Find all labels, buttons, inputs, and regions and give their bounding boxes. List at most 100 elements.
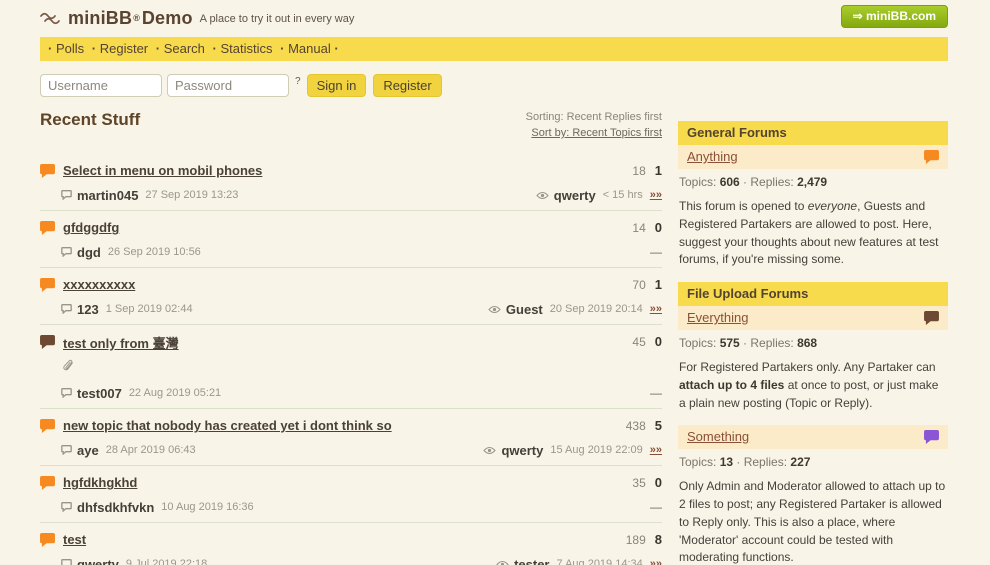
- topic-author[interactable]: 123: [77, 302, 99, 317]
- topic-replies-count: 1: [655, 163, 662, 178]
- sorting-controls: Sorting: Recent Replies first Sort by: R…: [526, 110, 662, 142]
- nav-item-polls[interactable]: Polls: [48, 41, 84, 56]
- forum-bubble-icon: [924, 430, 939, 444]
- forum-stats: Topics: 13 · Replies: 227: [679, 455, 948, 469]
- page-container: miniBB®Demo A place to try it out in eve…: [40, 0, 948, 565]
- topic-bubble-icon: [40, 164, 55, 178]
- last-reply-eye-icon: [483, 446, 496, 455]
- last-reply-eye-icon: [496, 560, 509, 565]
- topic-bubble-icon: [40, 476, 55, 490]
- topic-replies-count: 5: [655, 418, 662, 433]
- minibb-com-button[interactable]: ⇒ miniBB.com: [841, 5, 948, 28]
- no-replies-dash: —: [650, 245, 662, 259]
- topic-date: 28 Apr 2019 06:43: [106, 444, 196, 456]
- jump-to-last-reply-link[interactable]: »»: [650, 189, 662, 201]
- topic-views-count: 70: [632, 278, 645, 292]
- topic-list: Select in menu on mobil phones 181 marti…: [40, 154, 662, 565]
- nav-item-statistics[interactable]: Statistics: [213, 41, 273, 56]
- forum-row-everything[interactable]: Everything: [678, 306, 948, 330]
- topic-views-count: 438: [626, 419, 646, 433]
- topic-row: hgfdkhgkhd 35 0 dhfsdkhfvkn 10 Aug 2019 1…: [40, 466, 662, 523]
- topic-views-count: 18: [632, 164, 645, 178]
- brand-demo: Demo: [142, 8, 193, 29]
- attachment-paperclip-icon: [63, 359, 75, 373]
- topic-author[interactable]: martin045: [77, 188, 138, 203]
- register-button[interactable]: Register: [373, 74, 441, 97]
- nav-item-register[interactable]: Register: [92, 41, 148, 56]
- topic-replies-count: 0: [655, 475, 662, 490]
- no-replies-dash: —: [650, 386, 662, 400]
- jump-to-last-reply-link[interactable]: »»: [650, 303, 662, 315]
- main-head: Recent Stuff Sorting: Recent Replies fir…: [40, 110, 662, 142]
- topic-replies-count: 8: [655, 532, 662, 547]
- forum-description: For Registered Partakers only. Any Parta…: [679, 359, 948, 412]
- author-comment-icon: [61, 445, 72, 455]
- topic-date: 1 Sep 2019 02:44: [106, 303, 193, 315]
- page-title: Recent Stuff: [40, 110, 140, 130]
- topic-date: 10 Aug 2019 16:36: [161, 501, 253, 513]
- topic-bubble-icon: [40, 221, 55, 235]
- no-replies-dash: —: [650, 500, 662, 514]
- last-reply-time: < 15 hrs: [603, 189, 643, 201]
- nav-item-manual[interactable]: Manual: [280, 41, 339, 56]
- last-poster[interactable]: tester: [514, 557, 549, 565]
- topic-author[interactable]: dgd: [77, 245, 101, 260]
- forum-link[interactable]: Anything: [687, 149, 738, 164]
- sign-in-button[interactable]: Sign in: [307, 74, 367, 97]
- topic-title-link[interactable]: hgfdkhgkhd: [63, 475, 137, 490]
- topic-row: gfdggdfg 140 dgd 26 Sep 2019 10:56 —: [40, 211, 662, 268]
- topic-replies-count: 1: [655, 277, 662, 292]
- topic-row: Select in menu on mobil phones 18 1 marti…: [40, 154, 662, 211]
- username-input[interactable]: [40, 74, 162, 97]
- last-poster[interactable]: Guest: [506, 302, 543, 317]
- topic-author[interactable]: qwerty: [77, 557, 119, 565]
- sidebar-section-header-general: General Forums: [678, 121, 948, 145]
- topic-title-link[interactable]: test only from 臺灣: [63, 333, 179, 352]
- topic-row: test 1898 qwerty 9 Jul 2019 22:18 tester…: [40, 523, 662, 565]
- topic-title-link[interactable]: Select in menu on mobil phones: [63, 163, 262, 178]
- minibb-logo-icon: [40, 11, 64, 25]
- forum-row-anything[interactable]: Anything: [678, 145, 948, 169]
- main-nav: Polls Register Search Statistics Manual: [40, 37, 948, 61]
- author-comment-icon: [61, 388, 72, 398]
- topic-row: new topic that nobody has created yet i …: [40, 409, 662, 466]
- topic-bubble-icon: [40, 278, 55, 292]
- password-input[interactable]: [167, 74, 289, 97]
- site-header: miniBB®Demo A place to try it out in eve…: [40, 0, 948, 28]
- login-bar: ? Sign in Register: [40, 74, 948, 97]
- topic-title-link[interactable]: gfdggdfg: [63, 220, 119, 235]
- topic-replies-count: 0: [655, 334, 662, 349]
- topic-date: 27 Sep 2019 13:23: [145, 189, 238, 201]
- last-poster[interactable]: qwerty: [501, 443, 543, 458]
- jump-to-last-reply-link[interactable]: »»: [650, 444, 662, 456]
- last-reply-eye-icon: [488, 305, 501, 314]
- forum-link[interactable]: Something: [687, 429, 749, 444]
- sorting-current-label: Sorting: Recent Replies first: [526, 111, 662, 123]
- topic-title-link[interactable]: xxxxxxxxxx: [63, 277, 135, 292]
- author-comment-icon: [61, 304, 72, 314]
- forum-stats: Topics: 606 · Replies: 2,479: [679, 175, 948, 189]
- topic-author[interactable]: dhfsdkhfvkn: [77, 500, 154, 515]
- topic-title-link[interactable]: new topic that nobody has created yet i …: [63, 418, 392, 433]
- topic-bubble-icon: [40, 335, 55, 349]
- jump-to-last-reply-link[interactable]: »»: [650, 558, 662, 565]
- forum-bubble-icon: [924, 150, 939, 164]
- forum-bubble-icon: [924, 311, 939, 325]
- sort-by-topics-link[interactable]: Sort by: Recent Topics first: [531, 126, 662, 142]
- forums-sidebar: General Forums Anything Topics: 606 · Re…: [678, 110, 948, 565]
- topic-views-count: 189: [626, 533, 646, 547]
- login-help-link[interactable]: ?: [295, 76, 301, 87]
- brand-name: miniBB: [68, 8, 132, 29]
- last-poster[interactable]: qwerty: [554, 188, 596, 203]
- topic-author[interactable]: test007: [77, 386, 122, 401]
- author-comment-icon: [61, 190, 72, 200]
- topic-views-count: 35: [632, 476, 645, 490]
- last-reply-time: 15 Aug 2019 22:09: [550, 444, 642, 456]
- topic-author[interactable]: aye: [77, 443, 99, 458]
- topic-title-link[interactable]: test: [63, 532, 86, 547]
- author-comment-icon: [61, 247, 72, 257]
- forum-row-something[interactable]: Something: [678, 425, 948, 449]
- nav-item-search[interactable]: Search: [156, 41, 205, 56]
- topic-bubble-icon: [40, 533, 55, 547]
- forum-link[interactable]: Everything: [687, 310, 748, 325]
